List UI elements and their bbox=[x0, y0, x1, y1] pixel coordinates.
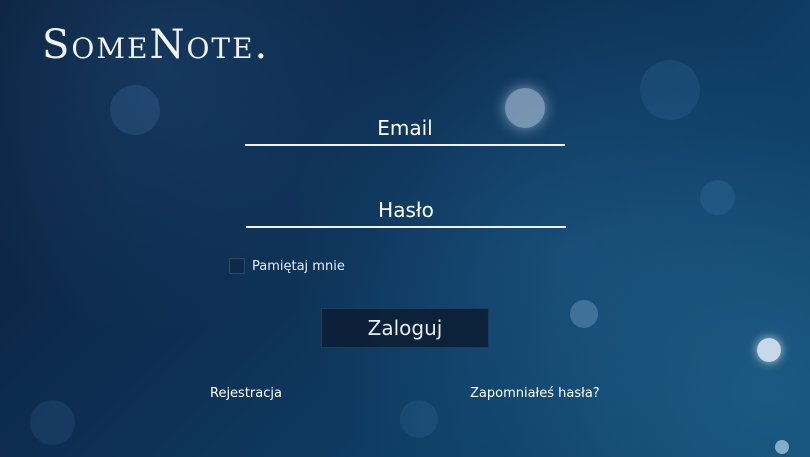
email-input[interactable] bbox=[245, 107, 565, 141]
background-bokeh bbox=[570, 300, 598, 328]
app-logo: SomeNote. bbox=[42, 22, 270, 68]
background-bokeh bbox=[110, 85, 160, 135]
forgot-password-link[interactable]: Zapomniałeś hasła? bbox=[470, 386, 600, 401]
background-bokeh bbox=[400, 400, 438, 438]
background-bokeh bbox=[757, 338, 781, 362]
remember-me-checkbox[interactable] bbox=[229, 258, 245, 274]
background-bokeh bbox=[30, 400, 75, 445]
background-bokeh bbox=[775, 440, 789, 454]
background-bokeh bbox=[640, 60, 700, 120]
password-field[interactable] bbox=[246, 186, 566, 228]
password-input[interactable] bbox=[246, 189, 566, 223]
login-button[interactable]: Zaloguj bbox=[321, 308, 489, 348]
background-bokeh bbox=[700, 180, 735, 215]
register-link[interactable]: Rejestracja bbox=[210, 386, 282, 401]
remember-me-label: Pamiętaj mnie bbox=[252, 258, 345, 274]
email-field[interactable] bbox=[245, 104, 565, 146]
remember-me[interactable]: Pamiętaj mnie bbox=[229, 258, 345, 274]
